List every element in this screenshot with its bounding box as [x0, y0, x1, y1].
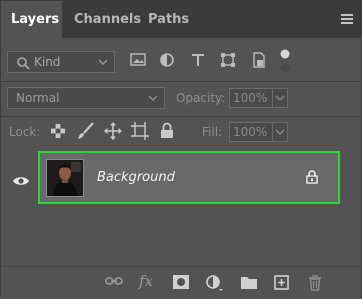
fx-icon[interactable]: fx — [139, 272, 153, 290]
tab-channels[interactable]: Channels — [64, 1, 141, 38]
chevron-down-icon — [98, 59, 108, 65]
blend-mode-select[interactable]: Normal — [7, 87, 165, 109]
lock-transparent-pixels-icon[interactable] — [51, 124, 65, 138]
layer-thumbnail — [46, 159, 84, 197]
divider — [1, 116, 361, 117]
smart-object-filter-icon[interactable] — [251, 52, 267, 68]
layers-bottom-toolbar: fx — [1, 266, 361, 299]
tab-layers[interactable]: Layers — [1, 1, 62, 38]
visibility-eye-icon[interactable] — [12, 175, 30, 187]
lock-label: Lock: — [9, 125, 41, 139]
delete-icon[interactable] — [308, 275, 322, 291]
lock-all-icon[interactable] — [160, 122, 174, 139]
opacity-field[interactable]: 100% — [229, 88, 273, 108]
lock-image-pixels-icon[interactable] — [77, 122, 95, 140]
chevron-down-icon — [275, 129, 285, 135]
blend-mode-value: Normal — [16, 91, 60, 105]
fill-field[interactable]: 100% — [229, 122, 273, 142]
layers-panel: Layers Channels Paths Kind Normal Opacit… — [0, 0, 362, 299]
link-layers-icon[interactable] — [105, 275, 123, 287]
chevron-down-icon — [275, 95, 285, 101]
opacity-value: 100% — [233, 91, 268, 105]
filter-toggle-icon[interactable] — [277, 48, 293, 74]
search-icon — [17, 57, 30, 70]
fill-label: Fill: — [202, 125, 223, 139]
lock-position-icon[interactable] — [104, 122, 122, 140]
chevron-down-icon — [148, 95, 158, 101]
layer-name[interactable]: Background — [97, 170, 175, 185]
tab-paths[interactable]: Paths — [138, 1, 190, 38]
panel-menu-icon[interactable] — [341, 14, 353, 24]
fill-value: 100% — [233, 125, 268, 139]
image-filter-icon[interactable] — [130, 52, 146, 68]
filter-kind-label: Kind — [34, 55, 61, 69]
shape-filter-icon[interactable] — [220, 52, 236, 68]
layer-item-background[interactable]: Background — [38, 151, 340, 204]
panel-tab-bar: Layers Channels Paths — [1, 1, 361, 38]
new-group-icon[interactable] — [241, 276, 257, 289]
filter-kind-select[interactable]: Kind — [7, 51, 115, 73]
adjustment-layer-icon[interactable] — [206, 275, 224, 293]
person-photo-thumbnail — [47, 160, 83, 196]
fill-dropdown[interactable] — [272, 122, 288, 142]
add-mask-icon[interactable] — [173, 275, 189, 289]
lock-icon — [306, 170, 318, 184]
adjustment-filter-icon[interactable] — [159, 52, 175, 68]
type-filter-icon[interactable] — [190, 52, 206, 68]
divider — [1, 81, 361, 82]
opacity-label: Opacity: — [176, 91, 226, 105]
opacity-dropdown[interactable] — [272, 88, 288, 108]
lock-artboard-icon[interactable] — [131, 122, 149, 140]
new-layer-icon[interactable] — [274, 275, 289, 290]
